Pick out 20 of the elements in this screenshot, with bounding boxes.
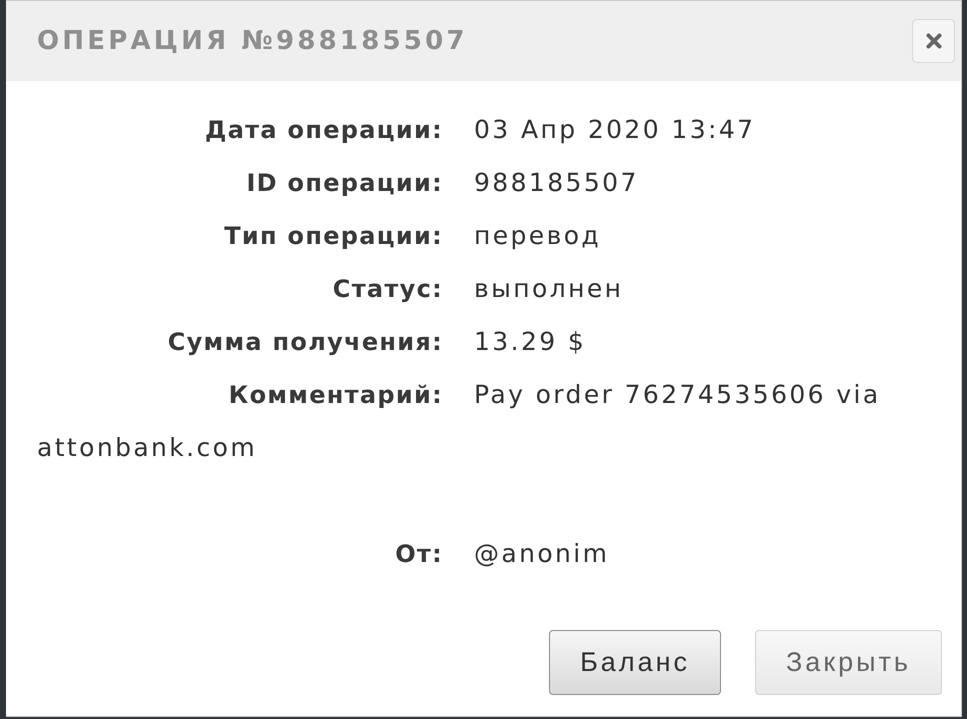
field-value: attonbank.com <box>37 433 258 462</box>
field-label: ID операции: <box>245 168 443 196</box>
close-icon <box>926 33 942 49</box>
field-label: Дата операции: <box>204 116 443 144</box>
field-label: Статус: <box>332 274 443 302</box>
field-value: @anonim <box>474 539 610 568</box>
field-label: От: <box>394 540 443 568</box>
field-label: Тип операции: <box>223 222 443 250</box>
field-value: выполнен <box>474 274 624 303</box>
close-button[interactable] <box>912 19 955 63</box>
field-value: 13.29 $ <box>474 327 586 356</box>
field-value: 988185507 <box>474 168 639 197</box>
field-label: Сумма получения: <box>166 328 443 356</box>
close-dialog-button[interactable]: Закрыть <box>755 630 942 695</box>
dialog-title: ОПЕРАЦИЯ №988185507 <box>37 26 468 56</box>
balance-button[interactable]: Баланс <box>549 630 721 695</box>
field-value: 03 Апр 2020 13:47 <box>474 115 756 144</box>
field-label: Комментарий: <box>228 380 443 408</box>
field-value: перевод <box>474 221 602 250</box>
field-value: Pay order 76274535606 via <box>474 380 881 409</box>
